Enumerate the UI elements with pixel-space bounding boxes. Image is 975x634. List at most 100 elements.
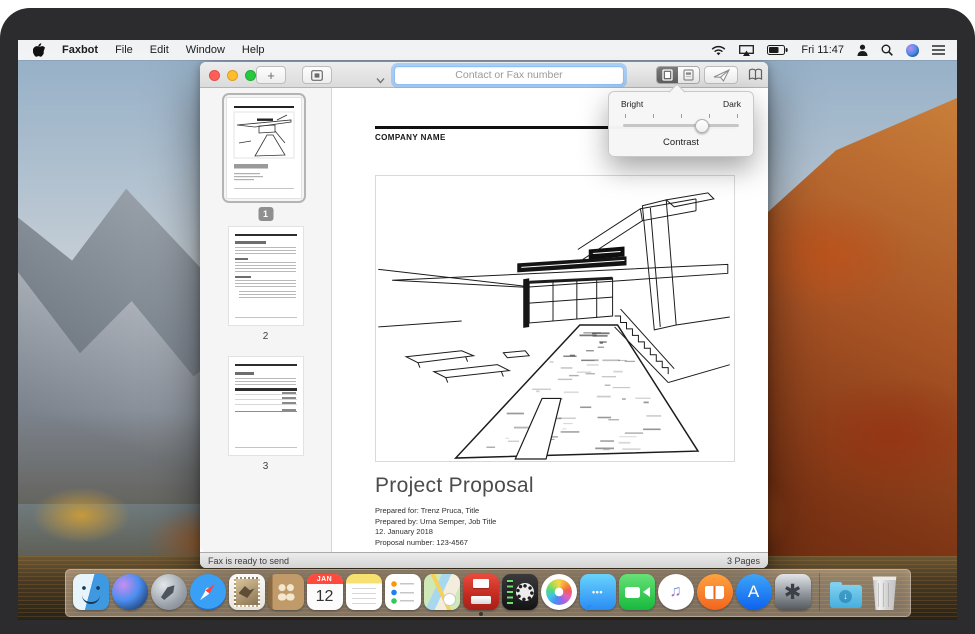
faxmachine-icon — [502, 574, 538, 610]
send-fax-icon — [713, 69, 730, 82]
page-thumbnail-sidebar: 1 2 — [200, 88, 332, 552]
document-date: 12. January 2018 — [375, 527, 496, 538]
safari-icon — [190, 574, 226, 610]
menu-help[interactable]: Help — [242, 44, 265, 56]
address-book-icon — [748, 68, 763, 81]
contrast-view-button[interactable] — [657, 67, 678, 83]
notes-icon — [346, 574, 382, 610]
settings-icon: ✱ — [775, 574, 811, 610]
document-preview: COMPANY NAME — [332, 88, 768, 552]
airplay-icon[interactable] — [739, 45, 754, 56]
dock-contacts[interactable] — [268, 574, 304, 610]
search-icon[interactable] — [881, 44, 893, 56]
maps-icon — [424, 574, 460, 610]
contrast-slider-ticks — [625, 114, 737, 119]
apple-menu-icon[interactable] — [33, 43, 45, 57]
contrast-slider[interactable] — [623, 124, 739, 127]
thumbnail-view-button[interactable] — [302, 66, 332, 84]
dock-faxmachine[interactable] — [502, 574, 538, 610]
menu-bar-clock[interactable]: Fri 11:47 — [801, 44, 844, 56]
dock-siri[interactable] — [112, 574, 148, 610]
finder-icon — [73, 574, 109, 610]
appstore-glyph: A — [748, 582, 759, 602]
minimize-button[interactable] — [227, 70, 238, 81]
laptop-mockup: Faxbot File Edit Window Help Fri 11:47 — [0, 0, 975, 634]
launchpad-icon — [151, 574, 187, 610]
dock-reminders[interactable] — [385, 574, 421, 610]
thumbnail-page-1[interactable] — [222, 93, 306, 203]
menu-edit[interactable]: Edit — [150, 44, 169, 56]
downloads-folder: ↓ — [830, 585, 862, 608]
dock-faxbot[interactable] — [463, 574, 499, 610]
dock-finder[interactable] — [73, 574, 109, 610]
chevron-down-icon[interactable] — [376, 71, 385, 78]
calendar-icon: JAN12 — [307, 574, 343, 610]
dock-itunes[interactable]: ♫ — [658, 574, 694, 610]
close-button[interactable] — [209, 70, 220, 81]
dock-messages[interactable]: ••• — [580, 574, 616, 610]
dock-settings[interactable]: ✱ — [775, 574, 811, 610]
preview-view-icon — [683, 69, 694, 81]
calendar-day: 12 — [307, 584, 343, 610]
dock-downloads[interactable]: ↓ — [828, 574, 864, 610]
contacts-icon — [268, 574, 304, 610]
fax-number-input[interactable] — [394, 66, 624, 85]
view-mode-segmented-control — [656, 66, 700, 84]
download-arrow-icon: ↓ — [839, 590, 852, 603]
window-controls — [209, 70, 256, 81]
dock-facetime[interactable] — [619, 574, 655, 610]
contrast-slider-thumb[interactable] — [695, 119, 709, 133]
preview-view-button[interactable] — [678, 67, 699, 83]
document-drawing — [375, 175, 735, 462]
window-toolbar: + — [200, 62, 768, 88]
address-book-button[interactable] — [748, 68, 763, 86]
faxbot-running-indicator — [479, 612, 483, 616]
proposal-number: Proposal number: 123-4567 — [375, 538, 496, 549]
dock-photos[interactable] — [541, 574, 577, 610]
document-company-name: COMPANY NAME — [375, 133, 446, 142]
battery-icon[interactable] — [767, 45, 788, 55]
thumbnail-view-icon — [311, 70, 323, 81]
menu-file[interactable]: File — [115, 44, 133, 56]
dock-launchpad[interactable] — [151, 574, 187, 610]
contrast-popover-title: Contrast — [609, 137, 753, 148]
contrast-popover: Bright Dark Contrast — [608, 91, 754, 157]
thumbnail-page-2[interactable] — [229, 227, 303, 325]
menu-list-icon[interactable] — [932, 45, 945, 55]
mail-icon — [229, 574, 265, 610]
dock-mail[interactable] — [229, 574, 265, 610]
menu-window[interactable]: Window — [186, 44, 225, 56]
thumbnail-page-3[interactable] — [229, 357, 303, 455]
user-icon[interactable] — [857, 44, 868, 56]
page-1-badge: 1 — [258, 207, 273, 221]
contrast-view-icon — [662, 69, 673, 81]
contrast-bright-label: Bright — [621, 99, 643, 109]
dock-notes[interactable] — [346, 574, 382, 610]
status-message: Fax is ready to send — [208, 556, 289, 566]
add-page-button[interactable]: + — [256, 66, 286, 84]
settings-glyph: ✱ — [784, 582, 802, 603]
menu-faxbot[interactable]: Faxbot — [62, 44, 98, 56]
calendar-month: JAN — [307, 574, 343, 584]
itunes-glyph: ♫ — [670, 583, 682, 601]
status-bar: Fax is ready to send 3 Pages — [200, 552, 768, 568]
desktop: Faxbot File Edit Window Help Fri 11:47 — [18, 40, 957, 620]
dock-ibooks[interactable] — [697, 574, 733, 610]
dock: JAN12 ••• ♫ A ✱ ↓ — [65, 569, 911, 617]
send-fax-button[interactable] — [704, 66, 738, 84]
page-3-number: 3 — [263, 461, 269, 472]
dock-safari[interactable] — [190, 574, 226, 610]
siri-icon[interactable] — [906, 44, 919, 57]
dock-appstore[interactable]: A — [736, 574, 772, 610]
menu-bar-left: Faxbot File Edit Window Help — [18, 43, 265, 57]
thumbnail-page-1-art — [227, 98, 301, 196]
dock-trash[interactable] — [867, 574, 903, 610]
dock-calendar[interactable]: JAN12 — [307, 574, 343, 610]
document-title: Project Proposal — [375, 474, 534, 498]
dock-maps[interactable] — [424, 574, 460, 610]
zoom-button[interactable] — [245, 70, 256, 81]
messages-glyph: ••• — [592, 587, 603, 597]
contrast-dark-label: Dark — [723, 99, 741, 109]
wifi-icon[interactable] — [711, 45, 726, 56]
document-meta: Prepared for: Trenz Pruca, Title Prepare… — [375, 506, 496, 548]
